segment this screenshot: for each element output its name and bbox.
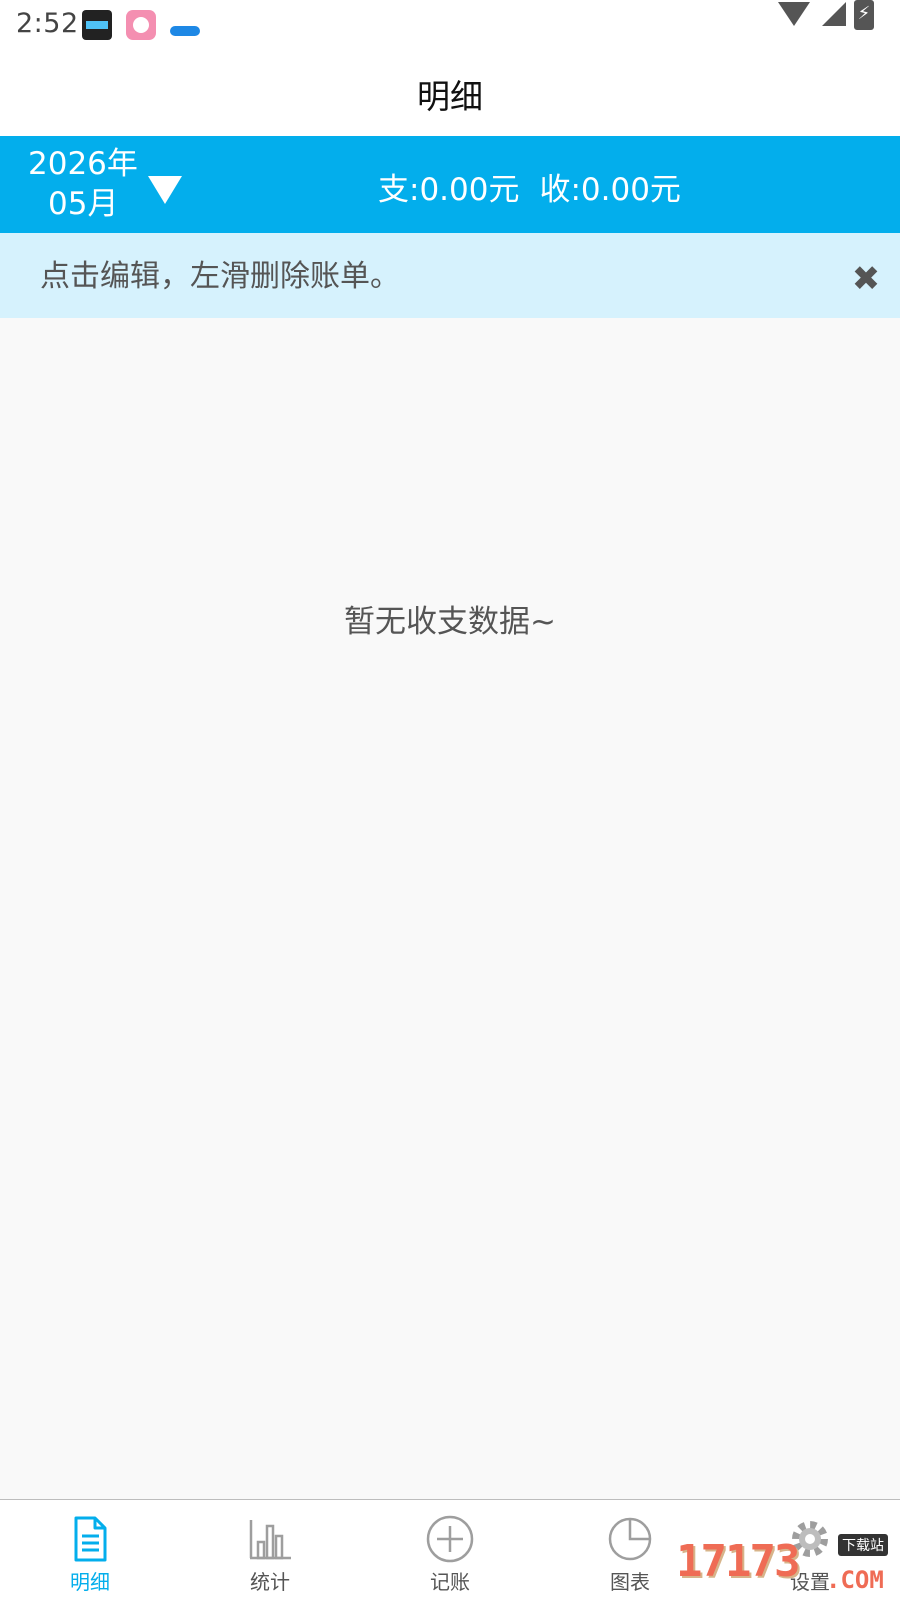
hint-bar: 点击编辑，左滑删除账单。 ✖ <box>0 233 900 318</box>
summary-bar: 2026年 05月 支:0.00元 收:0.00元 <box>0 136 900 233</box>
bill-list: 暂无收支数据~ <box>0 318 900 1500</box>
month-picker-year: 2026年 <box>28 146 138 182</box>
nav-item-statistics[interactable]: 统计 <box>180 1500 360 1600</box>
add-circle-icon <box>426 1515 474 1563</box>
nav-label: 明细 <box>70 1570 110 1594</box>
nav-item-add-record[interactable]: 记账 <box>360 1500 540 1600</box>
bar-chart-icon <box>249 1520 291 1560</box>
signal-icon <box>822 2 846 26</box>
dropdown-triangle-icon <box>148 176 182 204</box>
document-icon <box>74 1516 107 1562</box>
watermark-digits: 17173 <box>676 1536 800 1587</box>
pie-chart-icon <box>608 1517 652 1561</box>
car-app-notification-icon <box>170 10 200 40</box>
nav-item-details[interactable]: 明细 <box>0 1500 180 1600</box>
watermark-tag: 下载站 <box>838 1534 888 1556</box>
close-icon[interactable]: ✖ <box>848 261 884 297</box>
rice-app-notification-icon <box>126 10 156 40</box>
empty-state-text: 暂无收支数据~ <box>344 604 556 640</box>
status-time: 2:52 <box>16 8 79 39</box>
watermark-logo: 17173 下载站 .COM <box>676 1530 900 1600</box>
status-bar: 2:52 ⚡ <box>0 0 900 50</box>
page-title: 明细 <box>417 77 483 116</box>
clock-app-notification-icon <box>82 10 112 40</box>
hint-text: 点击编辑，左滑删除账单。 <box>40 259 400 294</box>
totals: 支:0.00元 收:0.00元 <box>378 164 681 209</box>
title-bar: 明细 <box>0 50 900 136</box>
income-total: 收:0.00元 <box>539 172 681 208</box>
wifi-icon <box>778 2 810 26</box>
nav-label: 统计 <box>250 1570 290 1594</box>
battery-charging-icon: ⚡ <box>854 0 874 30</box>
expense-total: 支:0.00元 <box>378 172 520 208</box>
month-picker[interactable]: 2026年 05月 <box>28 144 198 224</box>
nav-label: 记账 <box>430 1570 470 1594</box>
month-picker-month: 05月 <box>48 186 119 222</box>
screen: 2:52 ⚡ 明细 2026年 05月 支:0.00元 收:0.00元 点击编辑，… <box>0 0 900 1600</box>
watermark-suffix: .COM <box>826 1566 884 1594</box>
